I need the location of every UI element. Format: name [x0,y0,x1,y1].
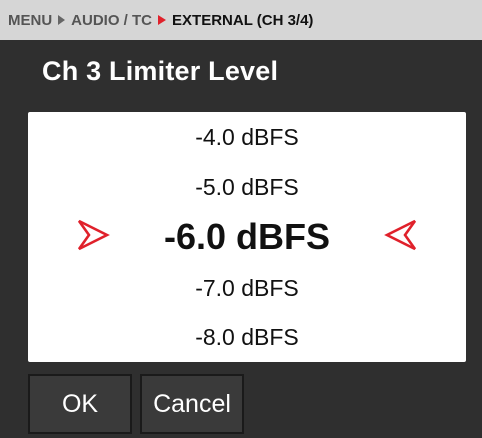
value-picker[interactable]: -4.0 dBFS -5.0 dBFS -6.0 dBFS -7.0 dBFS … [28,112,466,362]
breadcrumb-item-audio-tc[interactable]: AUDIO / TC [71,12,152,29]
breadcrumb: MENU AUDIO / TC EXTERNAL (CH 3/4) [0,0,482,40]
picker-option[interactable]: -4.0 dBFS [28,124,466,151]
picker-option[interactable]: -8.0 dBFS [28,324,466,351]
arrow-right-icon[interactable] [76,218,110,252]
cancel-button[interactable]: Cancel [140,374,244,434]
breadcrumb-item-current: EXTERNAL (CH 3/4) [172,11,314,29]
arrow-left-icon[interactable] [384,218,418,252]
breadcrumb-item-menu[interactable]: MENU [8,12,52,29]
picker-option[interactable]: -7.0 dBFS [28,275,466,302]
picker-option[interactable]: -5.0 dBFS [28,174,466,201]
page-title: Ch 3 Limiter Level [42,56,279,86]
chevron-right-icon [58,15,66,25]
ok-button[interactable]: OK [28,374,132,434]
chevron-right-icon [158,15,167,25]
